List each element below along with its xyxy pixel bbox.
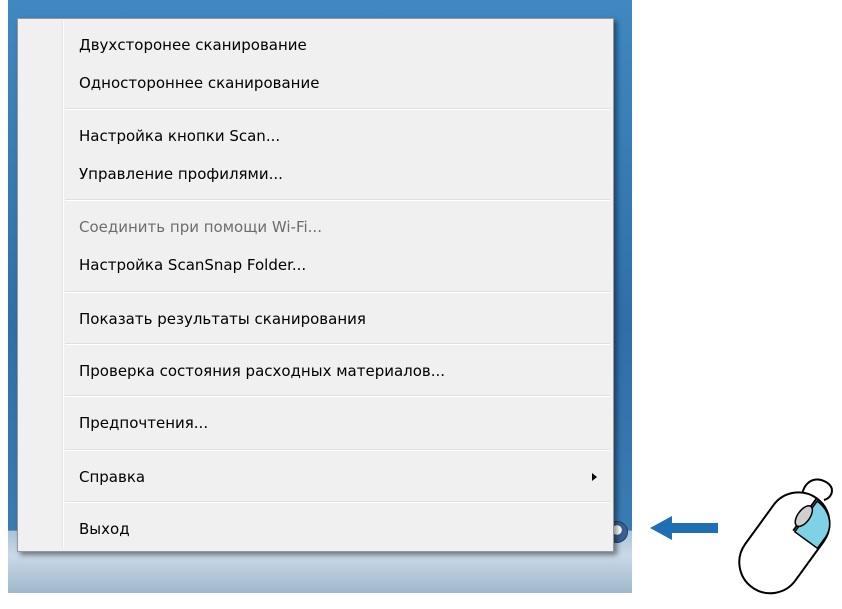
menu-item-simplex-scan[interactable]: Одностороннее сканирование [21, 67, 610, 99]
menu-item-label: Показать результаты сканирования [79, 310, 366, 328]
menu-separator [65, 291, 610, 293]
menu-item-label: Управление профилями... [79, 165, 283, 183]
menu-item-preferences[interactable]: Предпочтения... [21, 407, 610, 439]
submenu-arrow-icon [592, 473, 597, 481]
menu-item-label: Соединить при помощи Wi-Fi... [79, 218, 322, 236]
menu-item-scansnap-folder-settings[interactable]: Настройка ScanSnap Folder... [21, 249, 610, 281]
menu-separator [65, 199, 610, 201]
menu-item-consumables-status[interactable]: Проверка состояния расходных материалов.… [21, 355, 610, 387]
menu-item-profile-management[interactable]: Управление профилями... [21, 158, 610, 190]
menu-item-label: Двухсторонее сканирование [79, 36, 307, 54]
menu-separator [65, 343, 610, 345]
menu-separator [65, 108, 610, 110]
menu-item-scan-button-settings[interactable]: Настройка кнопки Scan... [21, 120, 610, 152]
pointer-arrow-icon [650, 516, 718, 540]
menu-separator [65, 395, 610, 397]
mouse-illustration-icon [738, 478, 833, 595]
menu-item-show-scan-results[interactable]: Показать результаты сканирования [21, 303, 610, 335]
menu-item-label: Настройка ScanSnap Folder... [79, 256, 307, 274]
menu-item-label: Предпочтения... [79, 414, 209, 432]
menu-separator [65, 449, 610, 451]
menu-separator [65, 501, 610, 503]
menu-item-label: Выход [79, 520, 130, 538]
menu-item-label: Проверка состояния расходных материалов.… [79, 362, 446, 380]
menu-item-label: Справка [79, 468, 146, 486]
menu-item-wifi-connect: Соединить при помощи Wi-Fi... [21, 211, 610, 243]
menu-item-label: Настройка кнопки Scan... [79, 127, 281, 145]
menu-item-duplex-scan[interactable]: Двухсторонее сканирование [21, 29, 610, 61]
context-menu: Двухсторонее сканирование Одностороннее … [17, 18, 614, 552]
menu-item-help[interactable]: Справка [21, 461, 610, 493]
menu-item-exit[interactable]: Выход [21, 513, 610, 545]
menu-item-label: Одностороннее сканирование [79, 74, 320, 92]
